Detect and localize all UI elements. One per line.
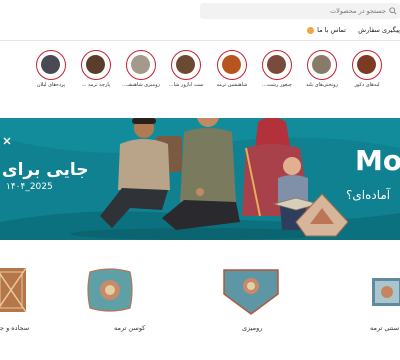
cushion-image <box>87 268 133 312</box>
top-bar: جستجو در محصولات <box>0 0 400 22</box>
category-ring <box>171 50 201 80</box>
contact-us-label: تماس با ما <box>317 26 346 34</box>
category-label: چیغور رشت... <box>262 82 292 88</box>
category-label: پارچه ترمه ... <box>81 82 111 88</box>
banner-right-text: آماده‌ای؟ <box>346 188 391 202</box>
header-divider <box>0 40 400 41</box>
product-card[interactable]: رومیزی <box>218 256 288 360</box>
banner-family-photo <box>70 118 349 240</box>
category-strip: لبه‌های دکور روتختی‌های بلند چیغور رشت..… <box>0 48 400 94</box>
search-icon <box>389 7 397 15</box>
banner-left-title: جایی برای <box>2 160 89 180</box>
category-ring <box>126 50 156 80</box>
banner-brand: Mo <box>355 144 400 177</box>
category-ring <box>262 50 292 80</box>
category-ring <box>36 50 66 80</box>
category-item[interactable]: پارچه ترمه ... <box>76 48 116 94</box>
page-root: جستجو در محصولات پیگیری سفارش تماس با ما… <box>0 0 400 360</box>
category-thumb <box>41 55 60 74</box>
category-ring <box>307 50 337 80</box>
category-item[interactable]: شاهنشین ترمه <box>212 48 252 94</box>
tablecloth-image <box>223 269 279 315</box>
product-name: سجاده و جا <box>0 324 30 332</box>
category-label: پرده‌های لیلان <box>36 82 66 88</box>
category-ring <box>352 50 382 80</box>
category-label: لبه‌های دکور <box>354 82 380 88</box>
product-row: سجاده و جا کوسن ترمه رومیزی سنتی ترمه <box>0 256 400 360</box>
product-card[interactable]: کوسن ترمه <box>82 256 146 360</box>
product-name: رومیزی <box>242 324 263 332</box>
category-thumb <box>312 55 331 74</box>
category-label: روتختی‌های بلند <box>306 82 338 88</box>
category-item[interactable]: چیغور رشت... <box>257 48 297 94</box>
category-thumb <box>222 55 241 74</box>
category-item[interactable]: لبه‌های دکور <box>347 48 387 94</box>
track-order-link[interactable]: پیگیری سفارش <box>358 26 400 34</box>
search-input[interactable]: جستجو در محصولات <box>200 3 400 19</box>
banner-left-date: ۱۴۰۴_2025 <box>6 182 53 192</box>
product-name: کوسن ترمه <box>114 324 146 332</box>
category-label: ست آباژور شا... <box>168 82 204 88</box>
top-links: پیگیری سفارش تماس با ما <box>0 22 400 40</box>
category-item[interactable]: رومیزی شاهنشـ... <box>121 48 161 94</box>
category-item[interactable]: ست آباژور شا... <box>166 48 206 94</box>
termeh-image <box>372 278 400 306</box>
search-placeholder: جستجو در محصولات <box>330 7 386 15</box>
category-label: رومیزی شاهنشـ... <box>122 82 160 88</box>
category-ring <box>81 50 111 80</box>
track-order-label: پیگیری سفارش <box>358 26 400 34</box>
product-name: سنتی ترمه <box>370 324 400 332</box>
category-label: شاهنشین ترمه <box>216 82 248 88</box>
hero-banner[interactable]: جایی برای ۱۴۰۴_2025 Mo آماده‌ای؟ <box>0 118 400 240</box>
category-item[interactable]: روتختی‌های بلند <box>302 48 342 94</box>
category-thumb <box>267 55 286 74</box>
product-card[interactable]: سجاده و جا <box>0 256 60 360</box>
category-thumb <box>86 55 105 74</box>
phone-icon <box>307 26 315 34</box>
prayer-mat-image <box>0 267 27 313</box>
product-card[interactable]: سنتی ترمه <box>366 256 400 360</box>
category-ring <box>217 50 247 80</box>
category-thumb <box>176 55 195 74</box>
category-thumb <box>131 55 150 74</box>
category-thumb <box>357 55 376 74</box>
contact-us-link[interactable]: تماس با ما <box>307 26 346 34</box>
category-item[interactable]: پرده‌های لیلان <box>31 48 71 94</box>
